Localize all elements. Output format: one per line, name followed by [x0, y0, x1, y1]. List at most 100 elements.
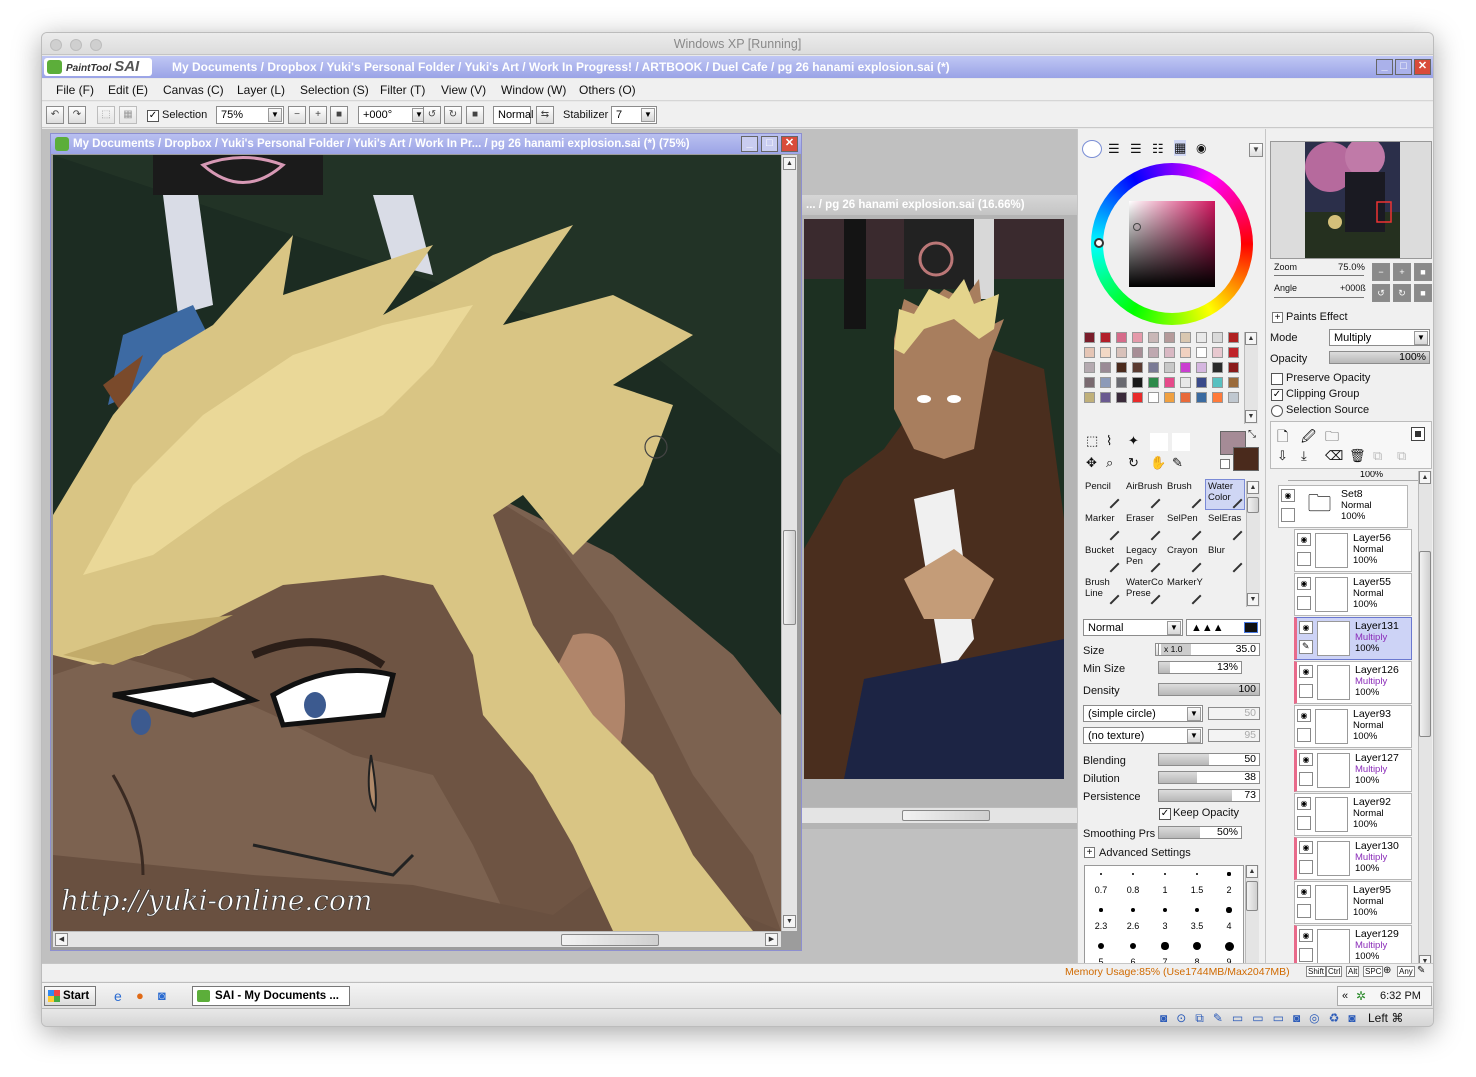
saturation-value-square[interactable] — [1129, 201, 1215, 287]
magic-wand-icon[interactable]: ✦ — [1128, 433, 1139, 449]
layer-lock-toggle[interactable] — [1297, 904, 1311, 918]
doc1-hscrollbar[interactable]: ◀ ▶ — [53, 931, 781, 947]
transfer-down-icon[interactable]: ⇩ — [1277, 448, 1288, 464]
texture-strength-slider[interactable]: 95 — [1208, 729, 1260, 742]
tool-scroll-down[interactable]: ▼ — [1247, 593, 1259, 606]
move-icon[interactable]: ✥ — [1086, 455, 1097, 471]
visibility-eye-icon[interactable]: ◉ — [1297, 885, 1311, 898]
visibility-eye-icon[interactable]: ◉ — [1297, 577, 1311, 590]
color-swatch[interactable] — [1228, 377, 1239, 388]
rotate-right-button[interactable]: ↻ — [444, 106, 462, 124]
stabilizer-select[interactable]: 7 ▼ — [611, 106, 657, 124]
brush-size-dot[interactable] — [1098, 943, 1104, 949]
color-swatch[interactable] — [1196, 347, 1207, 358]
brush-tool-2[interactable]: Brush — [1164, 479, 1204, 510]
menu-others[interactable]: Others (O) — [579, 83, 636, 97]
layer-item[interactable]: ◉ Layer127 Multiply 100% — [1294, 749, 1412, 792]
brush-size-scrollbar[interactable]: ▲ ▼ — [1245, 865, 1259, 979]
color-swatch[interactable] — [1116, 347, 1127, 358]
advanced-settings-label[interactable]: Advanced Settings — [1099, 847, 1191, 859]
view-mode-select[interactable]: Normal — [493, 106, 533, 124]
color-swatch[interactable] — [1148, 347, 1159, 358]
nav-rotate-right[interactable]: ↻ — [1393, 284, 1411, 302]
color-swatch[interactable] — [1180, 392, 1191, 403]
color-swatch[interactable] — [1116, 392, 1127, 403]
color-swatch[interactable] — [1148, 362, 1159, 373]
firefox-icon[interactable]: ● — [136, 988, 144, 1003]
paints-effect-expand-icon[interactable]: + — [1272, 312, 1283, 323]
persistence-slider[interactable]: 73 — [1158, 789, 1260, 802]
nav-zoom-out[interactable]: − — [1372, 263, 1390, 281]
brush-size-dot[interactable] — [1195, 872, 1199, 876]
brush-size-dot[interactable] — [1224, 941, 1234, 951]
color-swatch[interactable] — [1212, 362, 1223, 373]
color-swatch[interactable] — [1132, 377, 1143, 388]
visibility-eye-icon[interactable]: ◉ — [1299, 841, 1313, 854]
preserve-opacity-checkbox[interactable] — [1271, 373, 1283, 385]
doc1-vscrollbar[interactable]: ▲ ▼ — [781, 155, 797, 931]
minimize-traffic-light[interactable] — [70, 39, 82, 51]
brush-size-dot[interactable] — [1193, 942, 1201, 950]
color-swatch[interactable] — [1228, 362, 1239, 373]
layer-item[interactable]: ◉ Layer130 Multiply 100% — [1294, 837, 1412, 880]
brush-tool-3[interactable]: Water Color — [1205, 479, 1245, 510]
color-swatch[interactable] — [1100, 332, 1111, 343]
mixer-tab-icon[interactable]: ☷ — [1152, 141, 1164, 157]
zoom-tool-icon[interactable]: ⌕ — [1106, 455, 1113, 471]
zoom-reset-button[interactable]: ■ — [330, 106, 348, 124]
color-swatch[interactable] — [1100, 347, 1111, 358]
brush-tool-10[interactable]: Crayon — [1164, 543, 1204, 574]
doc2-canvas[interactable] — [804, 219, 1064, 779]
color-wheel-tab-icon[interactable] — [1082, 140, 1102, 158]
layer-panel-options-icon[interactable] — [1411, 427, 1425, 441]
layer-lock-toggle[interactable] — [1297, 816, 1311, 830]
layer-item[interactable]: ◉ Layer129 Multiply 100% — [1294, 925, 1412, 968]
keep-opacity-checkbox[interactable]: ✓ — [1159, 808, 1171, 820]
size-slider[interactable]: x 1.0 35.0 — [1158, 643, 1260, 656]
brush-size-dot[interactable] — [1226, 907, 1232, 913]
brush-size-dot[interactable] — [1129, 942, 1137, 950]
menu-filter[interactable]: Filter (T) — [380, 83, 425, 97]
color-swatch[interactable] — [1228, 392, 1239, 403]
start-button[interactable]: Start — [44, 986, 96, 1006]
ie-icon[interactable]: e — [114, 988, 122, 1004]
layer-item[interactable]: ◉ Layer93 Normal 100% — [1294, 705, 1412, 748]
brush-tool-0[interactable]: Pencil — [1082, 479, 1122, 510]
app-minimize-button[interactable]: _ — [1376, 59, 1393, 75]
visibility-eye-icon[interactable]: ◉ — [1299, 929, 1313, 942]
doc1-titlebar[interactable]: My Documents / Dropbox / Yuki's Personal… — [51, 134, 801, 154]
min-size-slider[interactable]: 13% — [1158, 661, 1242, 674]
layer-item[interactable]: ◉ Layer56 Normal 100% — [1294, 529, 1412, 572]
layer-lock-toggle[interactable] — [1299, 860, 1313, 874]
invert-selection-button[interactable]: ▦ — [119, 106, 137, 124]
color-swatch[interactable] — [1116, 362, 1127, 373]
color-swatch[interactable] — [1148, 377, 1159, 388]
menu-edit[interactable]: Edit (E) — [108, 83, 148, 97]
layer-lock-toggle[interactable] — [1281, 508, 1295, 522]
color-swatch[interactable] — [1084, 377, 1095, 388]
layer-item[interactable]: ◉ Layer126 Multiply 100% — [1294, 661, 1412, 704]
color-swatch[interactable] — [1116, 332, 1127, 343]
color-swatch[interactable] — [1132, 347, 1143, 358]
sub-color-swatch[interactable] — [1233, 447, 1259, 471]
doc1-maximize-button[interactable]: □ — [761, 136, 778, 152]
color-swatch[interactable] — [1164, 377, 1175, 388]
brush-tool-8[interactable]: Bucket — [1082, 543, 1122, 574]
color-swatch[interactable] — [1180, 332, 1191, 343]
rotate-reset-button[interactable]: ■ — [466, 106, 484, 124]
clipping-group-checkbox[interactable]: ✓ — [1271, 389, 1283, 401]
smoothing-slider[interactable]: 50% — [1158, 826, 1242, 839]
color-swatch[interactable] — [1164, 362, 1175, 373]
color-swatch[interactable] — [1132, 392, 1143, 403]
nav-rotate-reset[interactable]: ■ — [1414, 284, 1432, 302]
hand-icon[interactable]: ✋ — [1150, 455, 1166, 471]
color-swatch[interactable] — [1132, 362, 1143, 373]
layer-item[interactable]: ◉ Layer95 Normal 100% — [1294, 881, 1412, 924]
color-swatch[interactable] — [1212, 347, 1223, 358]
menu-layer[interactable]: Layer (L) — [237, 83, 285, 97]
doc2-titlebar[interactable]: ... / pg 26 hanami explosion.sai (16.66%… — [802, 195, 1078, 215]
brush-tool-12[interactable]: Brush Line — [1082, 575, 1122, 606]
color-swatch[interactable] — [1100, 392, 1111, 403]
color-swatch[interactable] — [1212, 377, 1223, 388]
layer-lock-toggle[interactable] — [1299, 772, 1313, 786]
